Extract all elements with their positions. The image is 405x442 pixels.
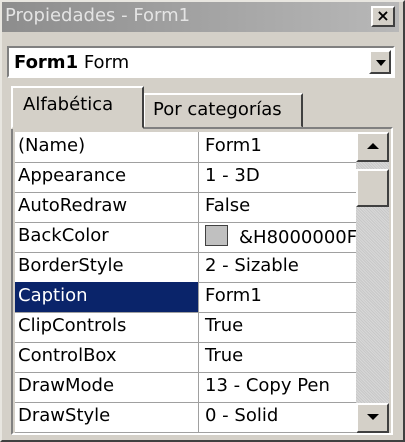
property-name: ClipControls bbox=[15, 312, 199, 342]
property-row[interactable]: (Name) Form1 bbox=[15, 132, 356, 163]
object-selector-text: Form1 Form bbox=[14, 52, 129, 73]
property-row[interactable]: BorderStyle 2 - Sizable bbox=[15, 252, 356, 283]
property-value[interactable]: Form1 bbox=[200, 282, 356, 312]
property-value[interactable]: 0 - Solid bbox=[200, 402, 356, 432]
property-value[interactable]: True bbox=[200, 312, 356, 342]
property-row[interactable]: DrawStyle 0 - Solid bbox=[15, 402, 356, 433]
title-bar[interactable]: Propiedades - Form1 × bbox=[2, 2, 399, 32]
property-row-selected[interactable]: Caption Form1 bbox=[15, 282, 356, 313]
close-button[interactable]: × bbox=[371, 6, 395, 27]
close-icon: × bbox=[376, 6, 390, 25]
tab-label: Por categorías bbox=[153, 99, 282, 120]
property-name: Caption bbox=[15, 282, 199, 312]
scroll-thumb[interactable] bbox=[356, 169, 389, 207]
property-row[interactable]: ControlBox True bbox=[15, 342, 356, 373]
property-value-color[interactable]: &H8000000F bbox=[200, 222, 356, 252]
property-row[interactable]: DrawMode 13 - Copy Pen bbox=[15, 372, 356, 403]
property-value[interactable]: 1 - 3D bbox=[200, 162, 356, 192]
property-value[interactable]: True bbox=[200, 342, 356, 372]
object-type: Form bbox=[83, 52, 130, 73]
property-name: BorderStyle bbox=[15, 252, 199, 282]
tab-label: Alfabética bbox=[23, 94, 114, 115]
object-selector[interactable]: Form1 Form bbox=[7, 46, 395, 78]
property-value[interactable]: Form1 bbox=[200, 132, 356, 162]
chevron-down-icon bbox=[376, 60, 386, 66]
property-name: ControlBox bbox=[15, 342, 199, 372]
vertical-scrollbar[interactable] bbox=[356, 132, 389, 433]
property-name: DrawMode bbox=[15, 372, 199, 402]
tab-categorized[interactable]: Por categorías bbox=[143, 93, 303, 128]
property-name: AutoRedraw bbox=[15, 192, 199, 222]
property-row[interactable]: ClipControls True bbox=[15, 312, 356, 343]
color-value-text: &H8000000F bbox=[239, 227, 356, 248]
object-dropdown-button[interactable] bbox=[369, 50, 391, 74]
property-name: (Name) bbox=[15, 132, 199, 162]
property-grid: (Name) Form1 Appearance 1 - 3D AutoRedra… bbox=[15, 132, 356, 433]
window-title: Propiedades - Form1 bbox=[5, 5, 191, 26]
arrow-down-icon bbox=[367, 414, 379, 420]
property-row[interactable]: AutoRedraw False bbox=[15, 192, 356, 223]
property-name: BackColor bbox=[15, 222, 199, 252]
property-value[interactable]: 2 - Sizable bbox=[200, 252, 356, 282]
property-row[interactable]: Appearance 1 - 3D bbox=[15, 162, 356, 193]
tab-alphabetic[interactable]: Alfabética bbox=[11, 86, 144, 129]
property-name: DrawStyle bbox=[15, 402, 199, 432]
arrow-up-icon bbox=[367, 143, 379, 149]
property-row[interactable]: BackColor &H8000000F bbox=[15, 222, 356, 253]
property-name: Appearance bbox=[15, 162, 199, 192]
property-value[interactable]: False bbox=[200, 192, 356, 222]
color-swatch bbox=[205, 225, 228, 246]
scroll-down-button[interactable] bbox=[356, 403, 389, 433]
scroll-up-button[interactable] bbox=[356, 132, 389, 162]
property-value[interactable]: 13 - Copy Pen bbox=[200, 372, 356, 402]
object-name: Form1 bbox=[14, 52, 79, 73]
